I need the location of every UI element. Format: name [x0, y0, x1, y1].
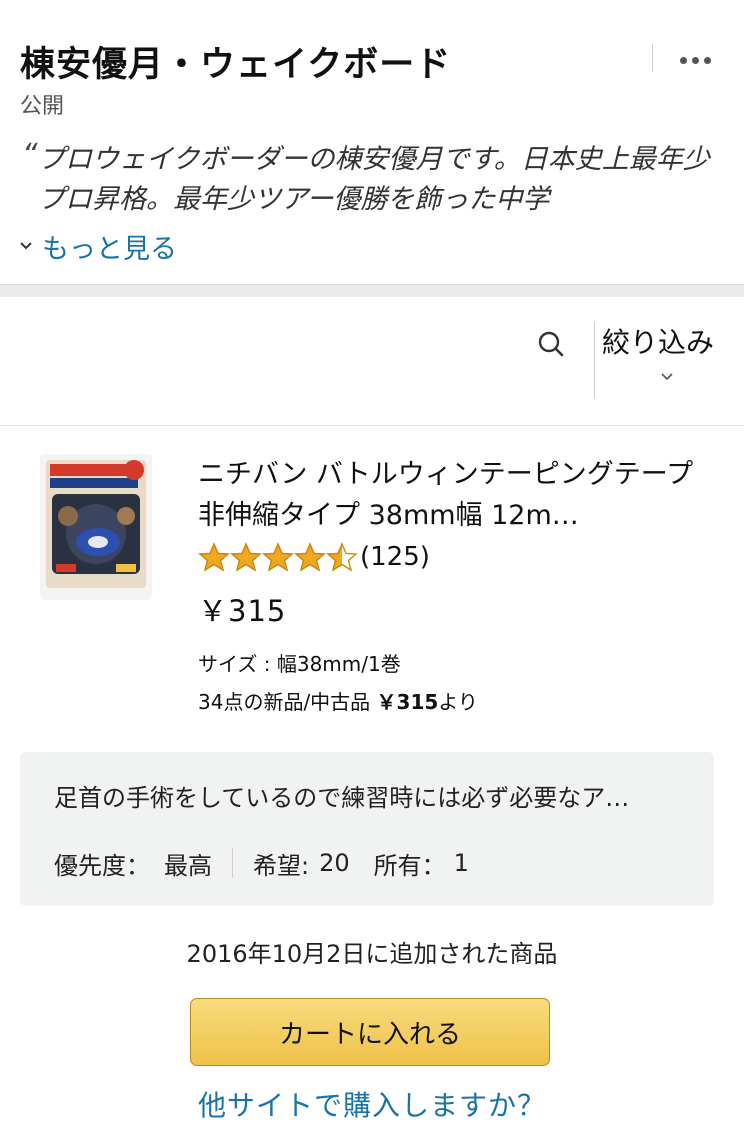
offers-suffix: より — [438, 690, 478, 714]
offers-price: ￥315 — [376, 690, 439, 714]
offers-link[interactable]: 34点の新品/中古品 ￥315より — [198, 686, 478, 715]
list-header: 棟安優月・ウェイクボード 公開 “ プロウェイクボーダーの棟安優月です。日本史上… — [0, 0, 744, 285]
offers-prefix: 34点の新品/中古品 — [198, 690, 377, 714]
priority-value: 最高 — [164, 851, 212, 880]
star-full-icon — [230, 542, 262, 572]
list-toolbar: 絞り込み — [0, 297, 744, 426]
divider — [594, 321, 595, 399]
item-comment-box[interactable]: 足首の手術をしているので練習時には必ず必要なア… 優先度： 最高 希望: 20 … — [20, 752, 714, 906]
more-horizontal-icon — [691, 56, 699, 64]
item-comment: 足首の手術をしているので練習時には必ず必要なア… — [54, 784, 630, 812]
list-visibility: 公開 — [20, 94, 65, 119]
buy-elsewhere-link[interactable]: 他サイトで購入しますか？ — [0, 1084, 744, 1124]
star-full-icon — [294, 542, 326, 572]
added-date: 2016年10月2日に追加された商品 — [186, 940, 558, 968]
see-more-link[interactable]: もっと見る — [18, 226, 177, 266]
list-title: 棟安優月・ウェイクボード — [20, 45, 452, 85]
review-count[interactable]: (125) — [360, 542, 430, 572]
product-price: ￥315 — [198, 594, 287, 628]
filter-label: 絞り込み — [602, 326, 715, 359]
chevron-down-icon — [661, 373, 673, 381]
list-description: プロウェイクボーダーの棟安優月です。日本史上最年少プロ昇格。最年少ツアー優勝を飾… — [38, 144, 710, 215]
filter-button[interactable]: 絞り込み — [598, 315, 728, 401]
product-rating[interactable]: (125) — [198, 540, 430, 574]
product-package-image — [46, 460, 146, 588]
product-title-link[interactable]: ニチバン バトルウィンテーピングテープ 非伸縮タイプ 38mm幅 12m… — [198, 454, 698, 536]
wanted-value: 20 — [319, 849, 350, 877]
list-item: ニチバン バトルウィンテーピングテープ 非伸縮タイプ 38mm幅 12m… (1… — [0, 426, 744, 1134]
divider — [652, 44, 653, 72]
owned-label: 所有： — [373, 851, 446, 880]
owned-value: 1 — [453, 849, 469, 877]
wishlist-page: 棟安優月・ウェイクボード 公開 “ プロウェイクボーダーの棟安優月です。日本史上… — [0, 0, 744, 1134]
quote-mark: “ — [22, 138, 38, 173]
star-full-icon — [198, 542, 230, 572]
rating-stars — [198, 542, 358, 572]
priority-label: 優先度： — [54, 851, 150, 880]
star-half-icon — [326, 542, 358, 572]
more-horizontal-icon — [679, 56, 687, 64]
search-icon — [538, 331, 564, 357]
add-to-cart-button[interactable]: カートに入れる — [190, 998, 550, 1066]
chevron-down-icon — [20, 242, 32, 250]
see-more-label: もっと見る — [42, 233, 177, 265]
section-separator — [0, 285, 744, 297]
star-full-icon — [262, 542, 294, 572]
item-meta: 優先度： 最高 希望: 20 所有： 1 — [54, 846, 469, 880]
product-image[interactable] — [40, 454, 152, 600]
wanted-label: 希望: — [253, 851, 310, 880]
product-variant: サイズ : 幅38mm/1巻 — [198, 652, 401, 676]
divider — [232, 848, 233, 878]
more-options-button[interactable] — [664, 40, 726, 80]
more-horizontal-icon — [703, 56, 711, 64]
search-button[interactable] — [530, 323, 574, 367]
